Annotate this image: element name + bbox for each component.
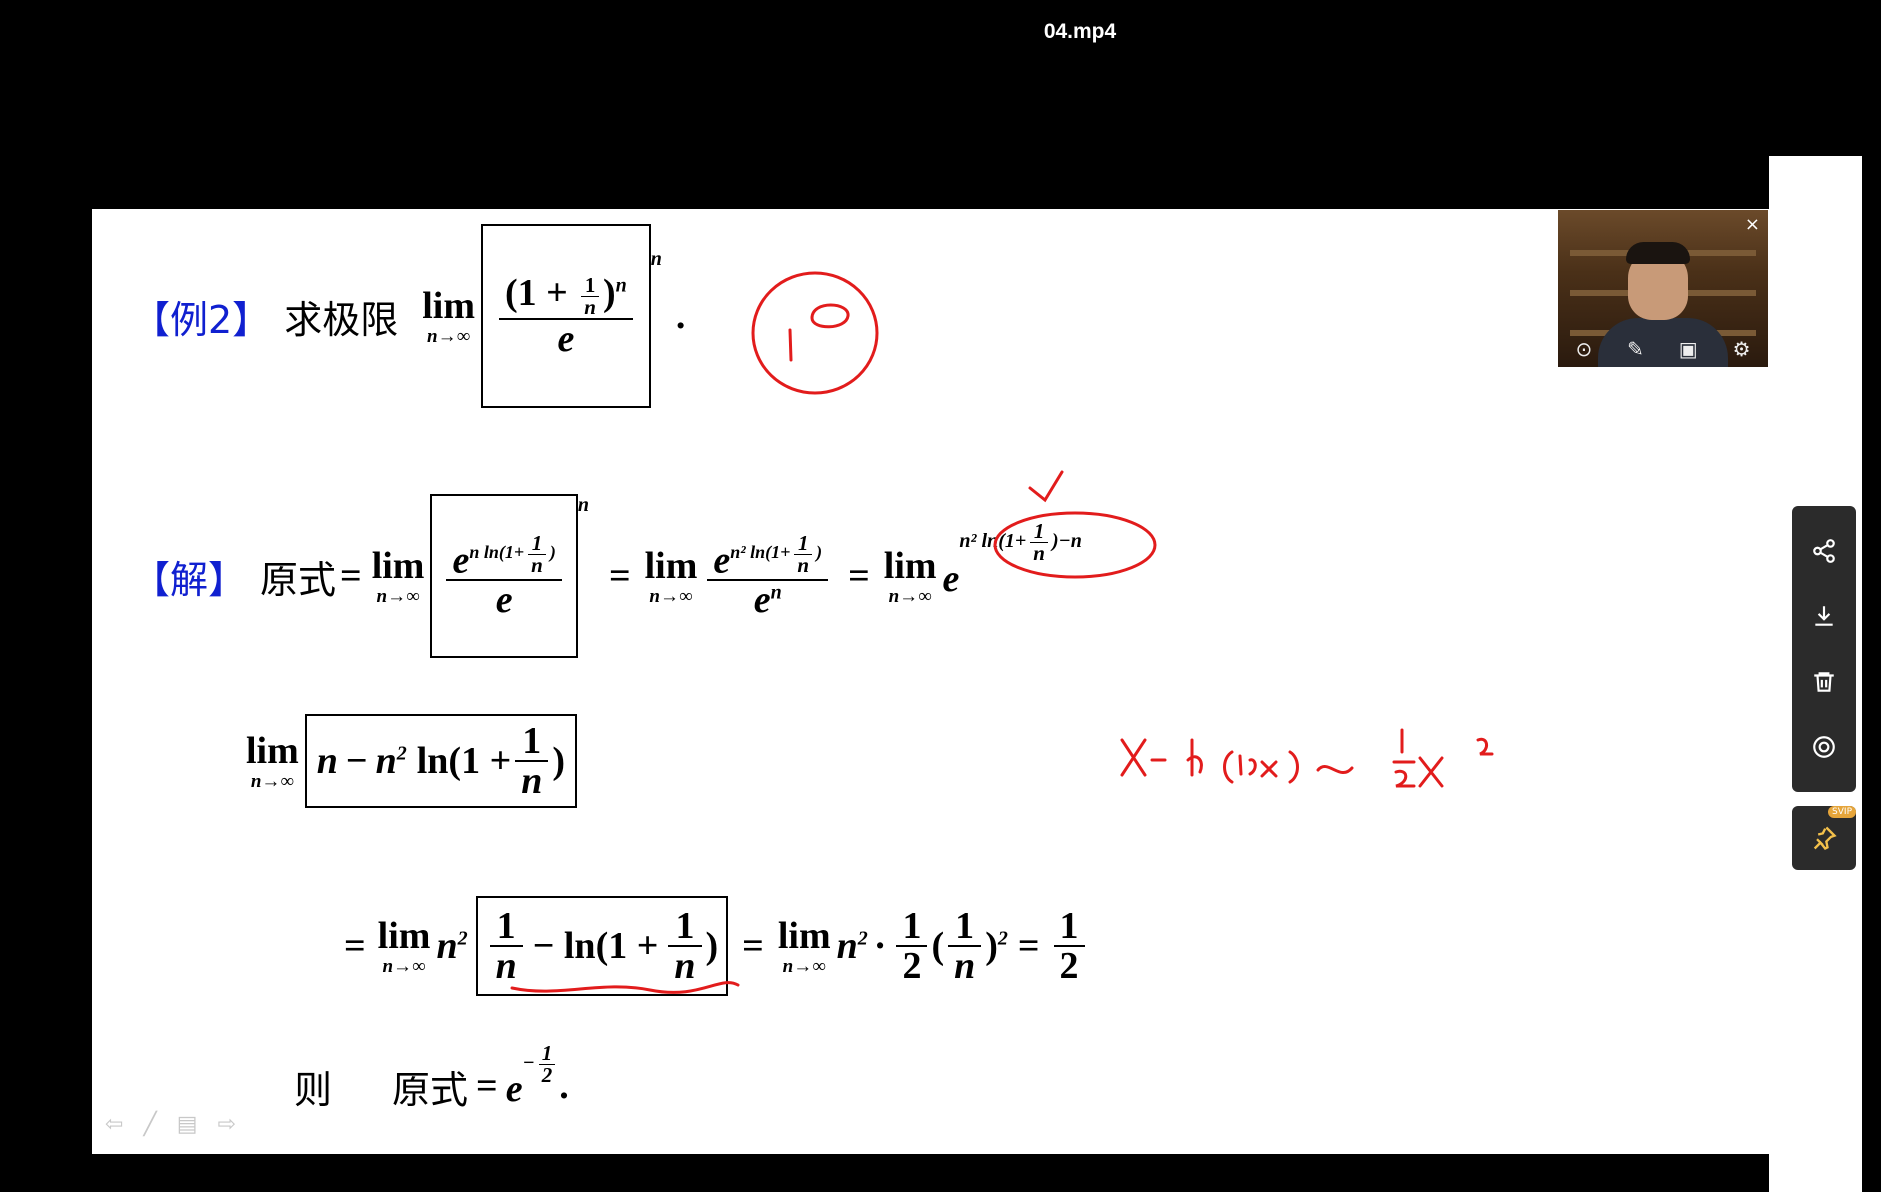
limit-operator: lim n→∞ — [422, 284, 475, 347]
webcam-controls: ⊙ ✎ ▣ ⚙ — [1558, 337, 1768, 361]
slide-bottom-bar — [92, 1154, 1769, 1192]
prev-arrow-icon[interactable]: ⇦ — [105, 1112, 123, 1137]
equivalence-line: = lim n→∞ n2 1n − ln(1 + 1n ) = lim n→∞ … — [344, 881, 1089, 1011]
main-fraction: (1 + 1 n)n e — [498, 274, 633, 358]
pin-icon — [1813, 826, 1837, 850]
camera-icon[interactable]: ⊙ — [1575, 337, 1592, 361]
close-icon[interactable]: × — [1745, 214, 1760, 235]
bracket-expression: en ln(1+ 1 n) e — [430, 494, 579, 658]
bracket-expression: (1 + 1 n)n e — [480, 224, 651, 408]
pen-icon[interactable]: ✎ — [1627, 337, 1644, 361]
limit-bracket-line: lim n→∞ n − n2 ln(1 + 1n ) — [240, 696, 578, 826]
example-line: 【例2】 求极限 lim n→∞ (1 + 1 n)n e n . — [132, 224, 685, 408]
next-arrow-icon[interactable]: ⇨ — [217, 1112, 235, 1137]
final-line: 则 原式 = e− 1 2 . — [294, 1041, 569, 1112]
pin-button[interactable]: SVIP — [1792, 806, 1856, 870]
delete-icon[interactable] — [1804, 662, 1844, 702]
side-toolbar — [1792, 506, 1856, 792]
fullscreen-icon[interactable]: ▣ — [1679, 337, 1698, 361]
video-title-bar: 04.mp4 — [0, 0, 1881, 156]
example-tag: 【例2】 — [132, 297, 271, 342]
solution-tag: 【解】 — [132, 557, 247, 602]
webcam-overlay[interactable]: × ⊙ ✎ ▣ ⚙ — [1558, 210, 1768, 367]
share-icon[interactable] — [1804, 531, 1844, 571]
menu-icon[interactable]: ▤ — [177, 1112, 198, 1137]
slide-top-bar — [92, 156, 1769, 209]
slide-nav: ⇦ ╱ ▤ ⇨ — [105, 1112, 236, 1137]
then-label: 则 — [294, 1067, 333, 1112]
presenter-hair — [1626, 242, 1690, 264]
pen-icon[interactable]: ╱ — [143, 1112, 156, 1137]
svip-badge: SVIP — [1828, 806, 1856, 818]
download-icon[interactable] — [1804, 596, 1844, 636]
eye-icon[interactable] — [1804, 727, 1844, 767]
limit-operator: lim n→∞ — [371, 544, 425, 607]
example-text: 求极限 — [284, 297, 399, 342]
orig-expr-label: 原式 — [392, 1067, 469, 1112]
solution-line: 【解】 原式 = lim n→∞ en ln(1+ 1 n) e n = lim n… — [132, 486, 1082, 666]
settings-icon[interactable]: ⚙ — [1733, 337, 1751, 361]
slide: 【例2】 求极限 lim n→∞ (1 + 1 n)n e n . 【解】 原式 … — [92, 156, 1769, 1192]
orig-expr-label: 原式 — [260, 557, 337, 602]
video-title: 04.mp4 — [1043, 20, 1117, 43]
